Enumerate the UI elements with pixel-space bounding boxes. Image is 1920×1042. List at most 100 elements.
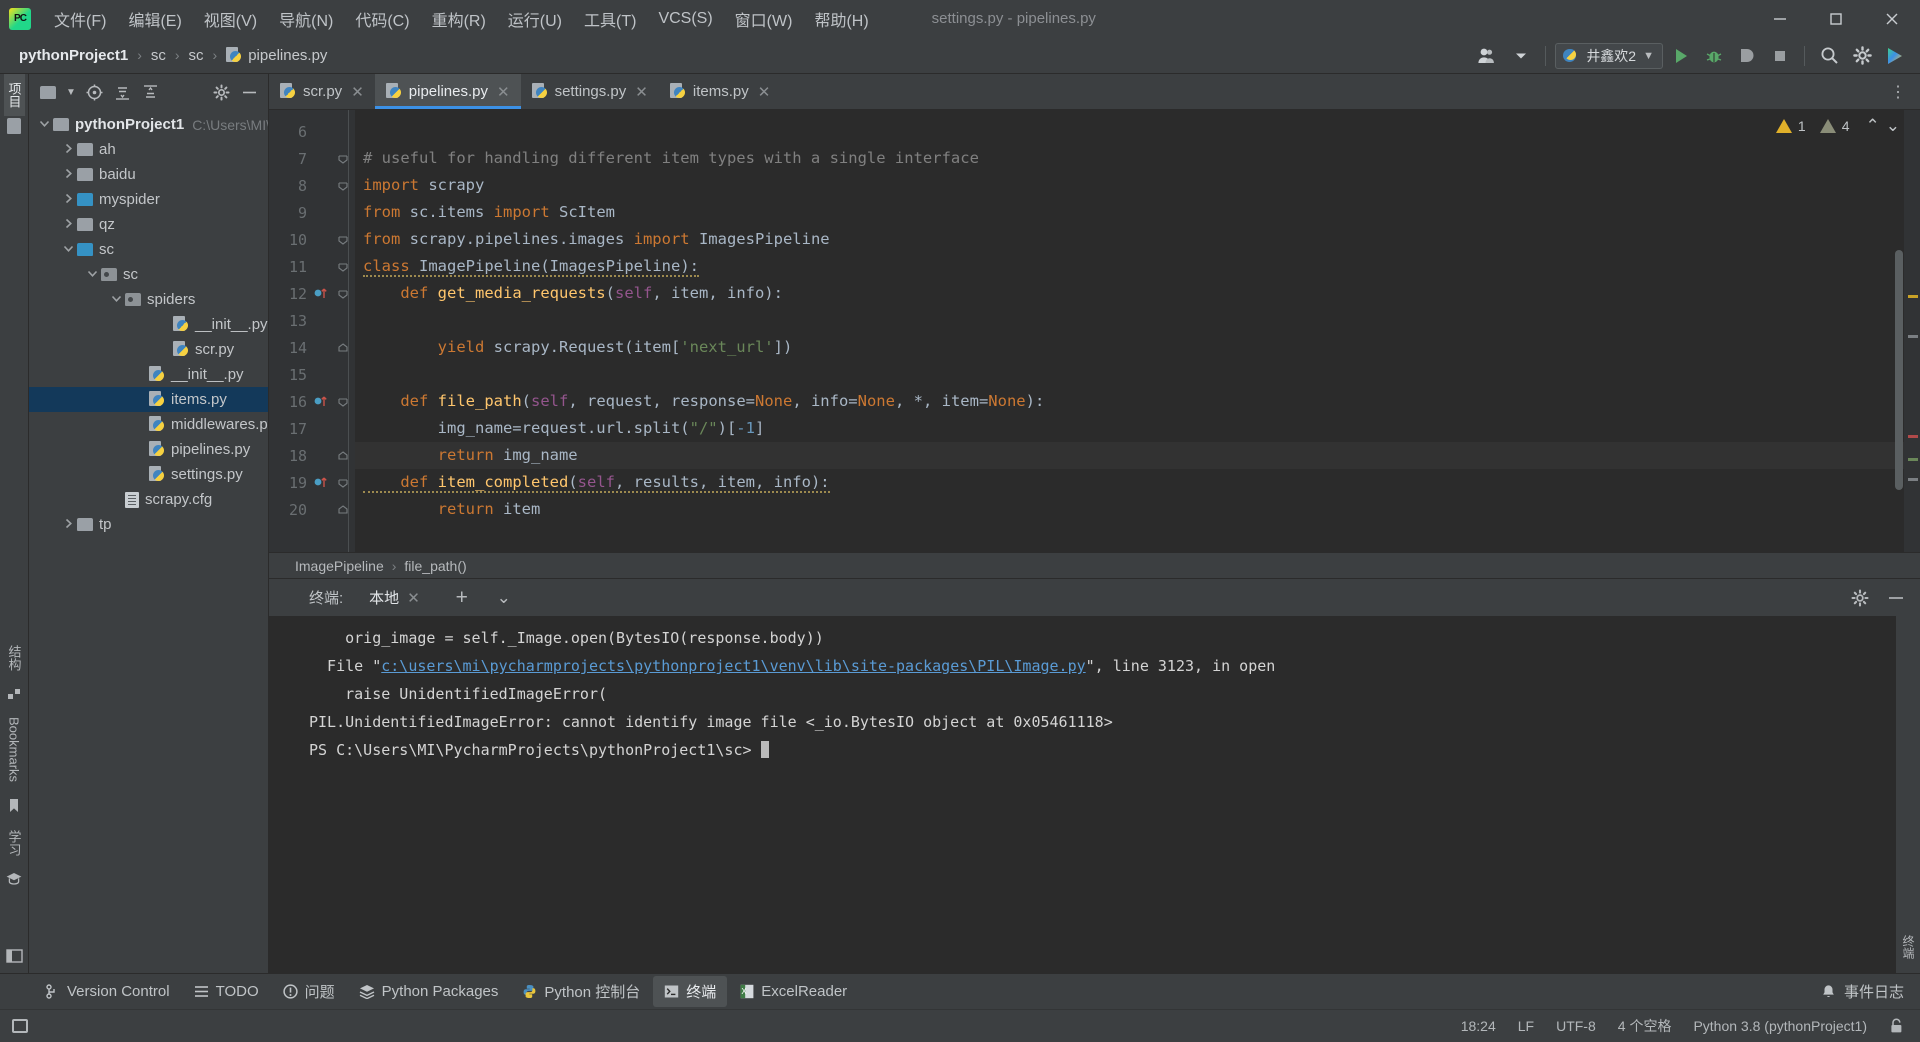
tree-expand-arrow-icon[interactable] [111, 293, 125, 307]
project-tree[interactable]: pythonProject1C:\Users\MI\Pahbaidumyspid… [29, 110, 268, 973]
tree-node[interactable]: qz [29, 212, 268, 237]
editor-breadcrumb-class[interactable]: ImagePipeline [295, 558, 384, 574]
status-indent[interactable]: 4 个空格 [1618, 1016, 1672, 1036]
lock-icon[interactable] [1889, 1018, 1904, 1034]
code-line[interactable]: return item [355, 496, 1904, 523]
user-account-dropdown-icon[interactable] [1506, 42, 1536, 70]
override-method-icon[interactable] [313, 474, 329, 490]
tool-window-button[interactable]: TODO [183, 978, 270, 1005]
tree-node[interactable]: items.py [29, 387, 268, 412]
terminal-sessions-dropdown-icon[interactable]: ⌄ [490, 585, 518, 611]
gutter-line[interactable]: 8 [269, 172, 355, 199]
breadcrumb-item-project[interactable]: pythonProject1 [14, 45, 133, 66]
code-fold-icon[interactable] [337, 504, 349, 516]
menu-code[interactable]: 代码(C) [344, 3, 420, 35]
gear-icon[interactable] [1847, 42, 1877, 70]
gutter-line[interactable]: 19 [269, 469, 355, 496]
tree-expand-arrow-icon[interactable] [135, 418, 149, 432]
code-area[interactable]: # useful for handling different item typ… [355, 110, 1904, 552]
code-line[interactable]: img_name=request.url.split("/")[-1] [355, 415, 1904, 442]
code-line[interactable]: from scrapy.pipelines.images import Imag… [355, 226, 1904, 253]
terminal-tab-local[interactable]: 本地 ✕ [363, 584, 426, 611]
gutter-line[interactable]: 7 [269, 145, 355, 172]
tool-window-button[interactable]: 问题 [272, 976, 346, 1007]
event-log-button[interactable]: 事件日志 [1821, 981, 1904, 1002]
tree-expand-arrow-icon[interactable] [63, 168, 77, 182]
tree-expand-arrow-icon[interactable] [63, 218, 77, 232]
run-with-coverage-button[interactable] [1732, 42, 1762, 70]
run-configuration-selector[interactable]: 井鑫欢2 ▼ [1555, 43, 1663, 69]
code-line[interactable]: class ImagePipeline(ImagesPipeline): [355, 253, 1904, 280]
code-fold-icon[interactable] [337, 153, 349, 165]
inspection-widget[interactable]: 1 4 ⌃ ⌄ [1776, 116, 1900, 136]
new-terminal-session-icon[interactable]: + [448, 585, 476, 611]
prev-problem-icon[interactable]: ⌃ [1866, 116, 1880, 136]
tree-node[interactable]: ah [29, 137, 268, 162]
collapse-all-icon[interactable] [137, 80, 163, 104]
tree-node[interactable]: myspider [29, 187, 268, 212]
tool-tab-structure[interactable]: 结构 [4, 637, 25, 679]
next-problem-icon[interactable]: ⌄ [1886, 116, 1900, 136]
code-line[interactable] [355, 361, 1904, 388]
tool-tab-project[interactable]: 项目 [4, 74, 25, 116]
tree-expand-arrow-icon[interactable] [135, 393, 149, 407]
tree-node[interactable]: spiders [29, 287, 268, 312]
editor-tab[interactable]: scr.py✕ [269, 74, 375, 109]
toggle-tool-window-icon[interactable] [5, 941, 24, 973]
gutter-line[interactable]: 11 [269, 253, 355, 280]
tree-node[interactable]: sc [29, 262, 268, 287]
gutter-line[interactable]: 12 [269, 280, 355, 307]
gutter-line[interactable]: 16 [269, 388, 355, 415]
status-line-separator[interactable]: LF [1518, 1018, 1534, 1034]
terminal-hide-icon[interactable] [1882, 585, 1910, 611]
tree-expand-arrow-icon[interactable] [135, 368, 149, 382]
breadcrumb-item-file[interactable]: pipelines.py [221, 45, 332, 66]
code-line[interactable] [355, 118, 1904, 145]
editor-marker-rail[interactable] [1904, 110, 1920, 552]
code-fold-icon[interactable] [337, 450, 349, 462]
code-line[interactable]: def get_media_requests(self, item, info)… [355, 280, 1904, 307]
close-icon[interactable]: ✕ [407, 589, 420, 607]
debug-button[interactable] [1699, 42, 1729, 70]
status-encoding[interactable]: UTF-8 [1556, 1018, 1596, 1034]
close-icon[interactable]: ✕ [351, 83, 364, 101]
code-fold-icon[interactable] [337, 477, 349, 489]
gutter-line[interactable]: 13 [269, 307, 355, 334]
code-line[interactable] [355, 307, 1904, 334]
breadcrumb-item-sc-1[interactable]: sc [146, 45, 171, 66]
locate-file-icon[interactable] [81, 80, 107, 104]
minimize-button[interactable] [1752, 0, 1808, 37]
updates-icon[interactable] [1880, 42, 1910, 70]
search-icon[interactable] [1814, 42, 1844, 70]
tree-expand-arrow-icon[interactable] [63, 193, 77, 207]
tool-window-button[interactable]: XExcelReader [729, 978, 858, 1005]
code-fold-icon[interactable] [337, 396, 349, 408]
tool-window-button[interactable]: Python Packages [348, 978, 510, 1005]
user-account-icon[interactable] [1473, 42, 1503, 70]
gutter-line[interactable]: 10 [269, 226, 355, 253]
menu-edit[interactable]: 编辑(E) [117, 3, 192, 35]
gutter-line[interactable]: 20 [269, 496, 355, 523]
code-line[interactable]: def file_path(self, request, response=No… [355, 388, 1904, 415]
tree-node[interactable]: settings.py [29, 462, 268, 487]
project-settings-gear-icon[interactable] [208, 80, 234, 104]
tree-node[interactable]: pythonProject1C:\Users\MI\P [29, 112, 268, 137]
terminal-settings-gear-icon[interactable] [1846, 585, 1874, 611]
gutter-line[interactable]: 6 [269, 118, 355, 145]
code-fold-icon[interactable] [337, 288, 349, 300]
menu-view[interactable]: 视图(V) [193, 3, 268, 35]
code-line[interactable]: import scrapy [355, 172, 1904, 199]
tree-node[interactable]: scrapy.cfg [29, 487, 268, 512]
tree-expand-arrow-icon[interactable] [111, 493, 125, 507]
editor-tab[interactable]: pipelines.py✕ [375, 74, 521, 109]
tool-window-button[interactable]: 终端 [653, 976, 727, 1007]
editor-tabs-more-icon[interactable]: ⋮ [1884, 74, 1912, 110]
tree-node[interactable]: __init__.py [29, 312, 268, 337]
override-method-icon[interactable] [313, 285, 329, 301]
close-icon[interactable]: ✕ [497, 83, 510, 101]
gutter-line[interactable]: 15 [269, 361, 355, 388]
code-fold-icon[interactable] [337, 234, 349, 246]
tree-expand-arrow-icon[interactable] [63, 518, 77, 532]
gutter-line[interactable]: 9 [269, 199, 355, 226]
menu-refactor[interactable]: 重构(R) [421, 3, 497, 35]
